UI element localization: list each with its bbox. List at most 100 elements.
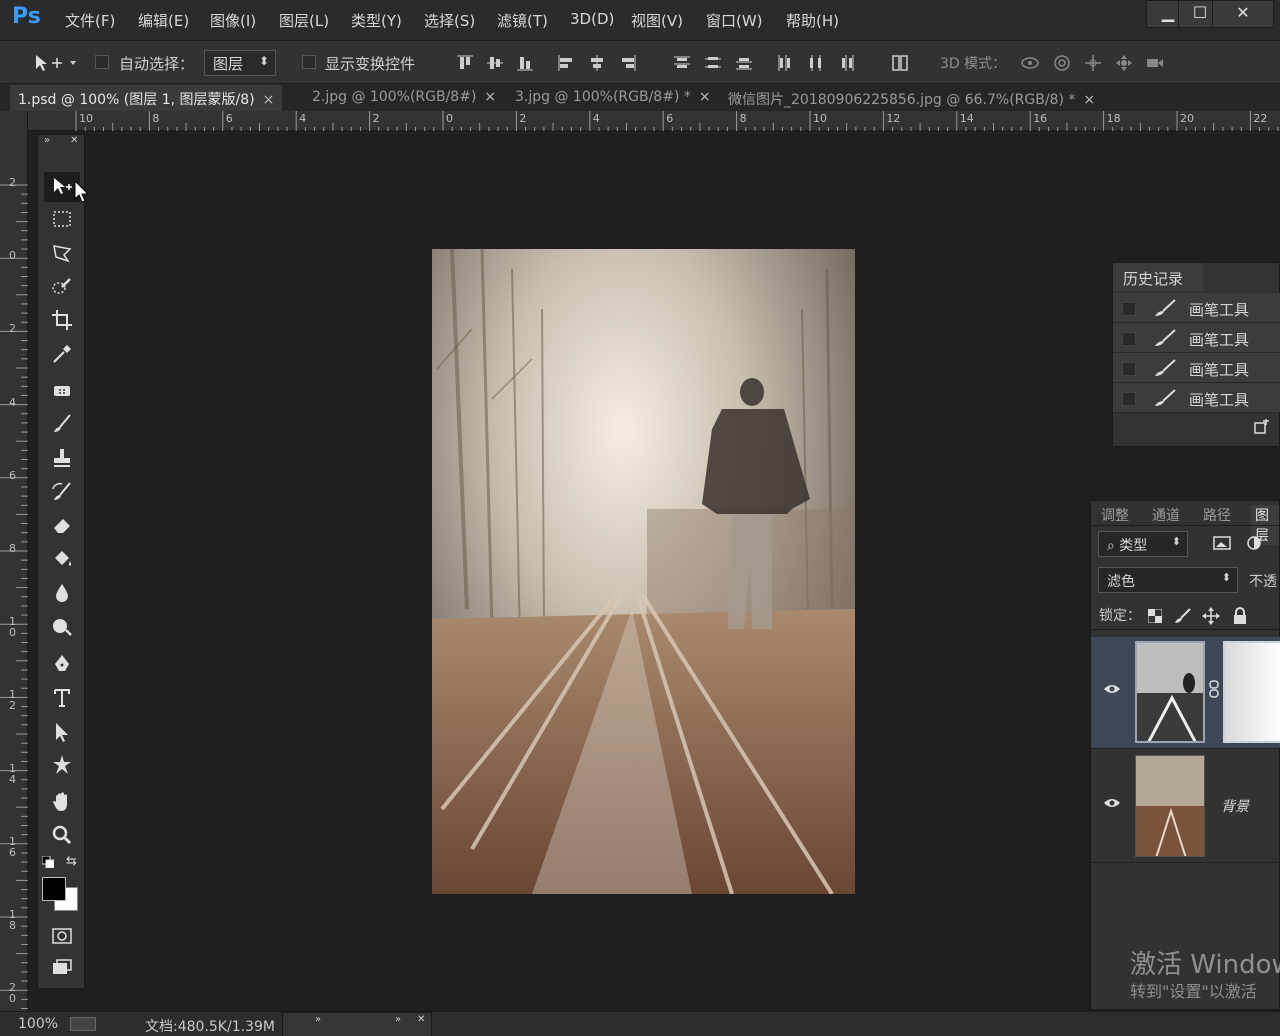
eye-icon[interactable]	[1103, 797, 1121, 813]
distribute-bottom-icon[interactable]	[734, 53, 754, 73]
marquee-tool[interactable]	[44, 204, 80, 234]
path-selection-tool[interactable]	[44, 717, 80, 747]
menu-image[interactable]: 图像(I)	[210, 10, 256, 31]
menu-view[interactable]: 视图(V)	[631, 10, 683, 31]
auto-select-dropdown[interactable]: 图层 ⬍	[204, 50, 276, 76]
pen-tool[interactable]	[44, 649, 80, 679]
paint-bucket-tool[interactable]	[44, 544, 80, 574]
blur-tool[interactable]	[44, 578, 80, 608]
3d-roll-icon[interactable]	[1052, 53, 1072, 73]
distribute-hcenter-icon[interactable]	[806, 53, 826, 73]
default-colors-icon[interactable]	[41, 855, 55, 869]
layer-thumbnail[interactable]	[1135, 641, 1205, 743]
quick-selection-tool[interactable]	[44, 272, 80, 302]
screen-mode-button[interactable]	[44, 953, 80, 983]
align-top-icon[interactable]	[455, 53, 475, 73]
lock-transparent-icon[interactable]	[1147, 608, 1163, 627]
distribute-top-icon[interactable]	[672, 53, 692, 73]
eyedropper-tool[interactable]	[44, 339, 80, 369]
distribute-left-icon[interactable]	[775, 53, 795, 73]
eye-icon[interactable]	[1103, 683, 1121, 699]
tab-document-2[interactable]: 2.jpg @ 100%(RGB/8#) ×	[304, 85, 504, 111]
type-tool[interactable]	[44, 683, 80, 713]
close-icon[interactable]: ×	[263, 92, 275, 108]
new-document-from-state-icon[interactable]	[1253, 419, 1271, 439]
foreground-color-swatch[interactable]	[42, 877, 66, 901]
layer-mask-thumbnail[interactable]	[1223, 641, 1280, 743]
3d-rotate-icon[interactable]	[1020, 53, 1040, 73]
align-bottom-icon[interactable]	[515, 53, 535, 73]
vertical-ruler[interactable]: 2 0 2 4 6 8 10 12 14 16 18 20	[0, 111, 28, 1011]
close-icon[interactable]: ✕	[417, 1014, 425, 1025]
zoom-tool[interactable]	[44, 820, 80, 850]
status-share-icon[interactable]	[70, 1017, 96, 1031]
filter-pixel-icon[interactable]	[1213, 535, 1231, 555]
close-icon[interactable]: ×	[484, 89, 496, 105]
lock-all-icon[interactable]	[1233, 607, 1247, 629]
menu-file[interactable]: 文件(F)	[65, 10, 115, 31]
align-vcenter-icon[interactable]	[485, 53, 505, 73]
tab-document-4[interactable]: 微信图片_20180906225856.jpg @ 66.7%(RGB/8) *…	[720, 85, 1103, 111]
healing-brush-tool[interactable]	[44, 376, 80, 406]
clone-stamp-tool[interactable]	[44, 443, 80, 473]
align-hcenter-icon[interactable]	[587, 53, 607, 73]
3d-pan-icon[interactable]	[1083, 53, 1103, 73]
menu-filter[interactable]: 滤镜(T)	[497, 10, 548, 31]
tab-adjustments[interactable]: 调整	[1101, 505, 1129, 525]
close-icon[interactable]: ✕	[70, 135, 78, 146]
distribute-right-icon[interactable]	[837, 53, 857, 73]
document-canvas-image[interactable]	[432, 249, 855, 894]
auto-select-checkbox[interactable]	[95, 55, 109, 69]
history-item[interactable]: 画笔工具	[1113, 383, 1280, 413]
lock-image-icon[interactable]	[1174, 607, 1192, 629]
history-snapshot-checkbox[interactable]	[1122, 362, 1136, 376]
menu-select[interactable]: 选择(S)	[424, 10, 475, 31]
quick-mask-button[interactable]	[44, 921, 80, 951]
tab-channels[interactable]: 通道	[1152, 505, 1180, 525]
layer-row-1[interactable]	[1091, 637, 1280, 749]
history-snapshot-checkbox[interactable]	[1122, 392, 1136, 406]
expand-icon[interactable]: »	[315, 1014, 321, 1025]
brush-tool[interactable]	[44, 409, 80, 439]
link-icon[interactable]	[1209, 680, 1219, 702]
history-panel-title[interactable]: 历史记录	[1113, 263, 1203, 291]
tool-preset-picker[interactable]	[34, 53, 80, 73]
document-info[interactable]: 文档:480.5K/1.39M	[145, 1016, 275, 1036]
filter-adjustment-icon[interactable]	[1246, 535, 1262, 555]
hand-tool[interactable]	[44, 787, 80, 817]
custom-shape-tool[interactable]	[44, 750, 80, 780]
close-icon[interactable]: ×	[699, 89, 711, 105]
collapse-icon[interactable]: »	[44, 135, 50, 146]
layer-name[interactable]: 背景	[1221, 796, 1249, 816]
layer-filter-dropdown[interactable]: ⌕ 类型 ⬍	[1098, 531, 1188, 557]
menu-help[interactable]: 帮助(H)	[786, 10, 839, 31]
menu-edit[interactable]: 编辑(E)	[138, 10, 189, 31]
menu-window[interactable]: 窗口(W)	[706, 10, 763, 31]
tab-paths[interactable]: 路径	[1203, 505, 1231, 525]
layer-row-background[interactable]: 背景	[1091, 751, 1280, 863]
zoom-level[interactable]: 100%	[18, 1016, 58, 1032]
auto-align-icon[interactable]	[890, 53, 910, 73]
3d-scale-icon[interactable]	[1145, 53, 1165, 73]
lock-position-icon[interactable]	[1202, 607, 1220, 629]
horizontal-ruler[interactable]: 10 8 6 4 2 0 2 4 6 8 10 12 14 16 18 20 22	[28, 111, 1280, 131]
close-icon[interactable]: ×	[1083, 92, 1095, 108]
close-button[interactable]: ✕	[1212, 0, 1274, 28]
history-item[interactable]: 画笔工具	[1113, 293, 1280, 323]
align-right-icon[interactable]	[618, 53, 638, 73]
crop-tool[interactable]	[44, 305, 80, 335]
show-transform-checkbox[interactable]	[302, 55, 316, 69]
eraser-tool[interactable]	[44, 510, 80, 540]
history-item[interactable]: 画笔工具	[1113, 323, 1280, 353]
expand-icon[interactable]: »	[395, 1014, 401, 1025]
lasso-tool[interactable]	[44, 238, 80, 268]
history-brush-tool[interactable]	[44, 477, 80, 507]
blend-mode-dropdown[interactable]: 滤色 ⬍	[1098, 567, 1238, 593]
history-snapshot-checkbox[interactable]	[1122, 332, 1136, 346]
dodge-tool[interactable]	[44, 612, 80, 642]
menu-type[interactable]: 类型(Y)	[351, 10, 402, 31]
tab-document-1[interactable]: 1.psd @ 100% (图层 1, 图层蒙版/8) ×	[10, 85, 283, 111]
history-snapshot-checkbox[interactable]	[1122, 302, 1136, 316]
tab-document-3[interactable]: 3.jpg @ 100%(RGB/8#) * ×	[507, 85, 719, 111]
layer-thumbnail[interactable]	[1135, 755, 1205, 857]
